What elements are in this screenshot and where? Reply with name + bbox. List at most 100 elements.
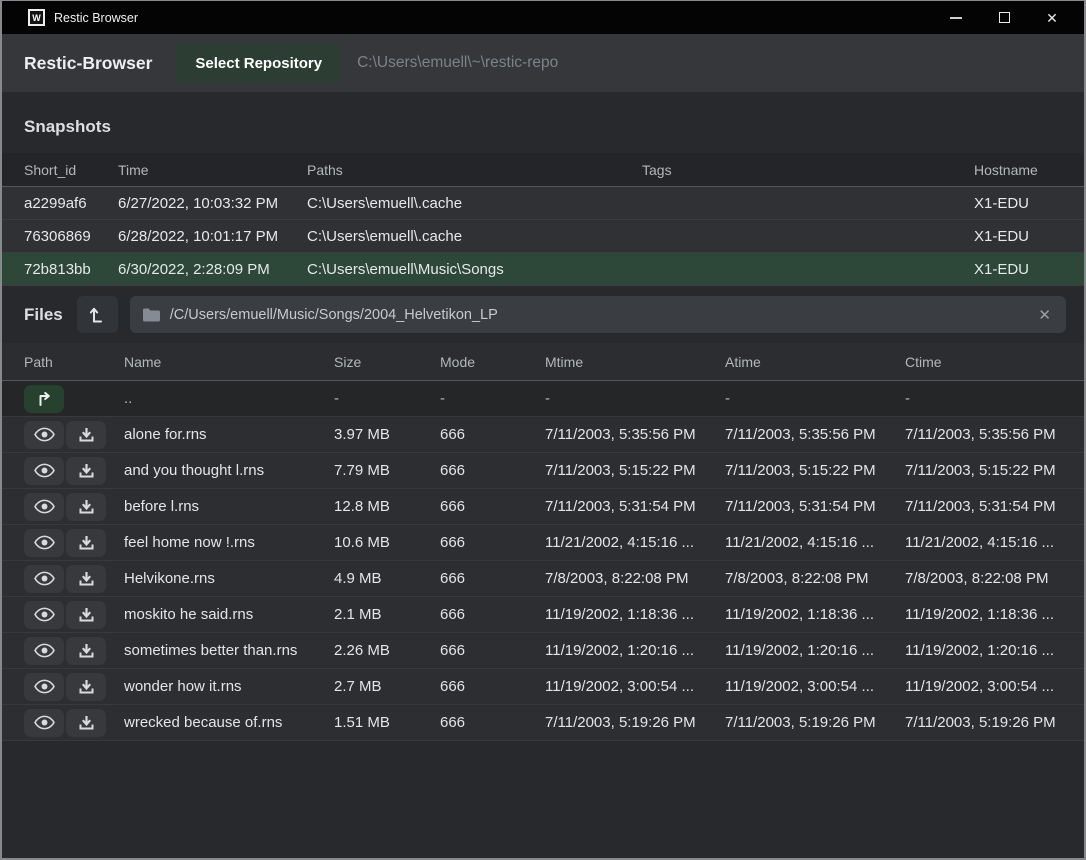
file-row[interactable]: Helvikone.rns 4.9 MB 666 7/8/2003, 8:22:… [2,561,1084,597]
eye-icon [34,427,55,442]
download-file-button[interactable] [66,457,106,485]
download-file-button[interactable] [66,673,106,701]
download-file-button[interactable] [66,421,106,449]
download-file-button[interactable] [66,493,106,521]
current-path-text: /C/Users/emuell/Music/Songs/2004_Helveti… [170,307,498,323]
snapshot-row[interactable]: a2299af66/27/2022, 10:03:32 PMC:\Users\e… [2,187,1084,220]
app-logo-icon: W [28,9,45,26]
repository-path-text: C:\Users\emuell\~\restic-repo [357,54,558,72]
file-row[interactable]: before l.rns 12.8 MB 666 7/11/2003, 5:31… [2,489,1084,525]
snapshot-row[interactable]: 72b813bb6/30/2022, 2:28:09 PMC:\Users\em… [2,253,1084,286]
go-up-button[interactable] [24,385,64,413]
preview-file-button[interactable] [24,709,64,737]
file-actions [24,709,124,737]
file-size: - [334,390,440,407]
eye-icon [34,679,55,694]
preview-file-button[interactable] [24,457,64,485]
file-ctime: 11/21/2002, 4:15:16 ... [905,534,1066,551]
download-file-button[interactable] [66,565,106,593]
preview-file-button[interactable] [24,673,64,701]
arrow-turn-right-icon [37,392,52,406]
download-icon [79,500,94,514]
arrow-up-from-line-icon [90,306,105,323]
file-atime: 7/8/2003, 8:22:08 PM [725,570,905,587]
file-atime: - [725,390,905,407]
snapshot-row[interactable]: 763068696/28/2022, 10:01:17 PMC:\Users\e… [2,220,1084,253]
snapshot-paths: C:\Users\emuell\.cache [307,195,642,212]
files-column-path: Path [24,354,124,370]
file-ctime: 7/8/2003, 8:22:08 PM [905,570,1066,587]
download-file-button[interactable] [66,709,106,737]
download-file-button[interactable] [66,529,106,557]
files-table-body: .. - - - - - alone for.rns 3.97 MB 6 [2,381,1084,741]
download-icon [79,428,94,442]
file-atime: 11/19/2002, 3:00:54 ... [725,678,905,695]
download-icon [79,608,94,622]
select-repository-button[interactable]: Select Repository [176,44,341,83]
files-bar: Files /C/Users/emuell/Music/Songs/2004_H… [2,286,1084,343]
preview-file-button[interactable] [24,529,64,557]
file-ctime: 7/11/2003, 5:35:56 PM [905,426,1066,443]
file-ctime: 7/11/2003, 5:31:54 PM [905,498,1066,515]
file-mode: 666 [440,426,545,443]
clear-path-button[interactable]: ✕ [1036,306,1053,324]
snapshot-time: 6/30/2022, 2:28:09 PM [118,261,307,278]
file-row[interactable]: and you thought l.rns 7.79 MB 666 7/11/2… [2,453,1084,489]
snapshots-section-title: Snapshots [2,92,1084,153]
minimize-button[interactable] [932,1,980,34]
file-actions [24,493,124,521]
file-atime: 11/19/2002, 1:18:36 ... [725,606,905,623]
eye-icon [34,535,55,550]
preview-file-button[interactable] [24,637,64,665]
files-column-atime: Atime [725,354,905,370]
file-size: 4.9 MB [334,570,440,587]
files-section-title: Files [24,305,63,325]
close-button[interactable]: ✕ [1028,1,1076,34]
file-name: moskito he said.rns [124,606,334,623]
file-ctime: - [905,390,1066,407]
file-ctime: 7/11/2003, 5:19:26 PM [905,714,1066,731]
file-row[interactable]: moskito he said.rns 2.1 MB 666 11/19/200… [2,597,1084,633]
file-actions [24,601,124,629]
file-actions [24,673,124,701]
file-name: feel home now !.rns [124,534,334,551]
file-row[interactable]: wonder how it.rns 2.7 MB 666 11/19/2002,… [2,669,1084,705]
titlebar: W Restic Browser ✕ [2,1,1084,34]
file-mtime: 11/19/2002, 1:18:36 ... [545,606,725,623]
file-actions [24,565,124,593]
clear-icon: ✕ [1038,307,1051,324]
file-atime: 7/11/2003, 5:31:54 PM [725,498,905,515]
preview-file-button[interactable] [24,565,64,593]
file-row[interactable]: feel home now !.rns 10.6 MB 666 11/21/20… [2,525,1084,561]
minimize-icon [950,17,962,19]
file-name: wonder how it.rns [124,678,334,695]
folder-icon [143,308,160,322]
snapshot-hostname: X1-EDU [974,261,1066,278]
snapshot-paths: C:\Users\emuell\Music\Songs [307,261,642,278]
file-mode: 666 [440,570,545,587]
snapshots-column-hostname: Hostname [974,162,1066,178]
files-column-name: Name [124,354,334,370]
maximize-button[interactable] [980,1,1028,34]
file-row[interactable]: sometimes better than.rns 2.26 MB 666 11… [2,633,1084,669]
file-mode: 666 [440,498,545,515]
file-row[interactable]: wrecked because of.rns 1.51 MB 666 7/11/… [2,705,1084,741]
file-size: 2.7 MB [334,678,440,695]
go-to-root-button[interactable] [77,296,118,333]
download-file-button[interactable] [66,601,106,629]
current-path-bar[interactable]: /C/Users/emuell/Music/Songs/2004_Helveti… [130,296,1066,333]
preview-file-button[interactable] [24,493,64,521]
file-mtime: 7/11/2003, 5:19:26 PM [545,714,725,731]
snapshots-column-paths: Paths [307,162,642,178]
eye-icon [34,463,55,478]
download-icon [79,572,94,586]
snapshots-table-body: a2299af66/27/2022, 10:03:32 PMC:\Users\e… [2,187,1084,286]
file-size: 2.26 MB [334,642,440,659]
download-file-button[interactable] [66,637,106,665]
file-row[interactable]: alone for.rns 3.97 MB 666 7/11/2003, 5:3… [2,417,1084,453]
snapshot-hostname: X1-EDU [974,195,1066,212]
preview-file-button[interactable] [24,421,64,449]
parent-directory-row[interactable]: .. - - - - - [2,381,1084,417]
preview-file-button[interactable] [24,601,64,629]
file-mode: 666 [440,462,545,479]
